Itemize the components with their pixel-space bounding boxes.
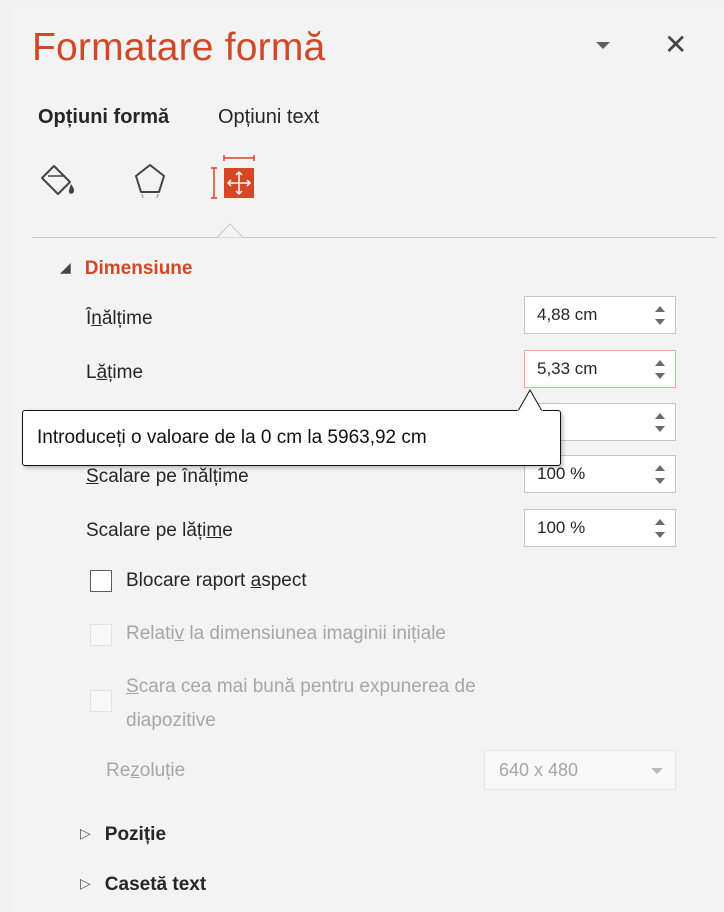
lock-aspect-label[interactable]: Blocare raport aspect <box>126 570 307 592</box>
scale-height-label: Scalare pe înălțime <box>86 466 249 487</box>
scale-height-value[interactable]: 100 % <box>537 464 585 484</box>
fill-line-icon[interactable] <box>38 160 78 200</box>
pane-title: Formatare formă <box>32 26 326 69</box>
height-spinner[interactable]: 4,88 cm <box>524 296 676 334</box>
width-increment-icon[interactable] <box>655 360 665 366</box>
height-value[interactable]: 4,88 cm <box>537 305 597 325</box>
resolution-select[interactable]: 640 x 480 <box>484 750 676 790</box>
section-position-label: Poziție <box>104 824 167 845</box>
tooltip-text: Introduceți o valoare de la 0 cm la 5963… <box>37 427 427 448</box>
selected-category-pointer <box>217 223 243 238</box>
scale-width-decrement-icon[interactable] <box>655 532 665 538</box>
pane-options-dropdown-icon[interactable] <box>596 42 610 49</box>
height-decrement-icon[interactable] <box>655 319 665 325</box>
width-range-tooltip: Introduceți o valoare de la 0 cm la 5963… <box>22 410 561 466</box>
scale-width-value[interactable]: 100 % <box>537 518 585 538</box>
relative-original-checkbox[interactable] <box>90 624 112 646</box>
height-label: Înălțime <box>86 308 153 329</box>
section-text-box-header[interactable]: ▷ Casetă text <box>80 874 206 896</box>
width-decrement-icon[interactable] <box>655 373 665 379</box>
best-scale-label: Scara cea mai bună pentru expunerea de d… <box>126 676 476 731</box>
window-edge <box>0 0 14 912</box>
scale-height-decrement-icon[interactable] <box>655 478 665 484</box>
tab-shape-options[interactable]: Opțiuni formă <box>38 106 169 129</box>
close-icon[interactable]: ✕ <box>664 30 687 60</box>
width-label: Lățime <box>86 362 144 383</box>
height-increment-icon[interactable] <box>655 306 665 312</box>
scale-width-label: Scalare pe lățime <box>86 520 233 541</box>
effects-pentagon-icon[interactable] <box>130 160 170 200</box>
rotation-increment-icon[interactable] <box>655 413 665 419</box>
collapse-triangle-icon: ◢ <box>60 259 71 275</box>
expand-triangle-icon: ▷ <box>80 875 91 891</box>
relative-original-label: Relativ la dimensiunea imaginii inițiale <box>126 623 446 644</box>
rotation-decrement-icon[interactable] <box>655 426 665 432</box>
tooltip-pointer <box>517 388 543 413</box>
resolution-value: 640 x 480 <box>499 760 579 780</box>
width-value[interactable]: 5,33 cm <box>537 359 597 379</box>
resolution-label: Rezoluție <box>106 760 186 781</box>
section-text-box-label: Casetă text <box>104 874 207 895</box>
width-spinner[interactable]: 5,33 cm <box>524 350 676 388</box>
scale-height-increment-icon[interactable] <box>655 465 665 471</box>
scale-width-increment-icon[interactable] <box>655 519 665 525</box>
lock-aspect-checkbox[interactable] <box>90 570 112 592</box>
best-scale-checkbox[interactable] <box>90 690 112 712</box>
expand-triangle-icon: ▷ <box>80 825 91 841</box>
section-size-label: Dimensiune <box>84 258 193 279</box>
section-size-header[interactable]: ◢ Dimensiune <box>60 258 192 280</box>
tab-text-options[interactable]: Opțiuni text <box>218 106 319 129</box>
scale-width-spinner[interactable]: 100 % <box>524 509 676 547</box>
category-divider <box>32 237 716 238</box>
chevron-down-icon <box>651 768 663 774</box>
category-icon-bar <box>38 155 298 210</box>
size-properties-icon[interactable] <box>208 154 255 199</box>
section-position-header[interactable]: ▷ Poziție <box>80 824 166 846</box>
